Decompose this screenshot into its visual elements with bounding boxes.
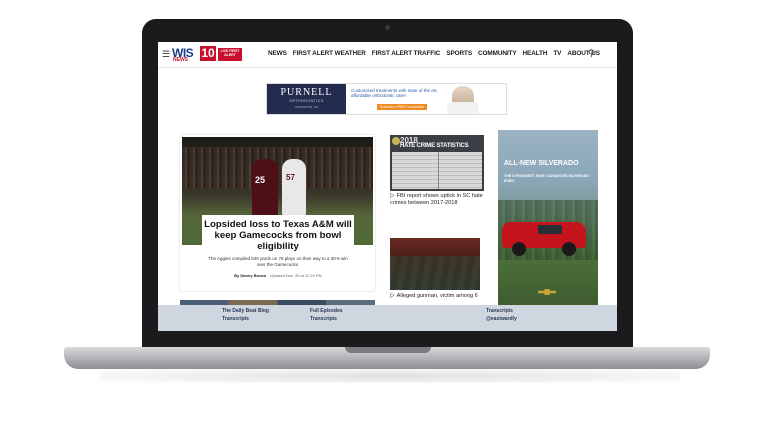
logo-tagline: LIVE FIRST ALERT — [218, 48, 242, 61]
footer-bar: The Daily Beat Blog Transcripts Full Epi… — [158, 305, 617, 331]
webcam — [385, 25, 390, 30]
play-icon: ▷ — [390, 293, 395, 299]
ad-cta-button[interactable]: Schedule a FREE Consultation — [377, 104, 427, 110]
ad-doctor-coat — [447, 102, 479, 114]
player-white-number: 57 — [286, 173, 295, 182]
nav-item-health[interactable]: HEALTH — [523, 50, 548, 57]
story-thumb-hate-crime[interactable]: 2018 HATE CRIME STATISTICS — [390, 135, 484, 191]
story-byline: By Danny Brown · Updated Nov. 30 at 11:1… — [202, 273, 354, 278]
ad-text: Customized treatments with state of the … — [351, 88, 438, 98]
ad-subtitle: ORTHODONTICS — [289, 99, 324, 103]
caption-text: FBI report shows uptick in SC hate crime… — [390, 193, 483, 206]
footer-link-blog[interactable]: The Daily Beat Blog — [222, 308, 269, 314]
truck-wheel — [512, 242, 526, 256]
player-maroon-number: 25 — [255, 175, 266, 185]
footer-link-transcripts[interactable]: Transcripts — [310, 316, 337, 322]
ad-location: LEXINGTON, SC — [294, 105, 319, 109]
nav-item-weather[interactable]: FIRST ALERT WEATHER — [293, 50, 366, 57]
logo-channel: 10 — [200, 46, 216, 61]
story-thumb-shooting[interactable] — [390, 238, 480, 290]
ad-subtitle: THE STRONGEST, MOST ADVANCED SILVERADO E… — [504, 174, 590, 183]
footer-link-transcripts[interactable]: Transcripts — [486, 308, 513, 314]
search-icon[interactable]: ⚲ — [588, 48, 595, 59]
story-caption-shooting[interactable]: ▷ Alleged gunman, victim among 6 — [390, 293, 485, 300]
main-nav: NEWS FIRST ALERT WEATHER FIRST ALERT TRA… — [268, 50, 600, 57]
ad-title: ALL-NEW SILVERADO — [504, 160, 579, 167]
laptop-notch — [345, 347, 431, 353]
ad-brand: PURNELL — [280, 87, 333, 98]
laptop-screen: ☰ WIS NEWS 10 LIVE FIRST ALERT NEWS FIRS… — [158, 42, 617, 331]
thumb-title: HATE CRIME STATISTICS — [400, 143, 469, 149]
player-white — [282, 159, 306, 217]
player-maroon — [252, 159, 278, 219]
story-text-box: Lopsided loss to Texas A&M will keep Gam… — [202, 215, 354, 287]
ad-brand-panel: PURNELL ORTHODONTICS LEXINGTON, SC — [267, 84, 346, 114]
site-logo[interactable]: WIS NEWS 10 LIVE FIRST ALERT — [172, 46, 244, 63]
byline-author: By Danny Brown — [234, 273, 267, 278]
footer-link-episodes[interactable]: Full Episodes — [310, 308, 343, 314]
truck-window — [538, 225, 562, 234]
site-header: ☰ WIS NEWS 10 LIVE FIRST ALERT NEWS FIRS… — [158, 42, 617, 68]
nav-item-about[interactable]: ABOUT US — [567, 50, 600, 57]
footer-link-social[interactable]: @eastwardly — [486, 316, 517, 322]
footer-link-transcripts[interactable]: Transcripts — [222, 316, 249, 322]
story-summary: The Aggies compiled 540 yards on 78 play… — [208, 256, 348, 267]
nav-item-community[interactable]: COMMUNITY — [478, 50, 517, 57]
statistics-table-graphic — [392, 152, 482, 189]
nav-item-sports[interactable]: SPORTS — [446, 50, 472, 57]
nav-item-news[interactable]: NEWS — [268, 50, 287, 57]
silverado-ad[interactable]: ALL-NEW SILVERADO THE STRONGEST, MOST AD… — [498, 130, 598, 307]
truck-wheel — [562, 242, 576, 256]
story-caption-hate-crime[interactable]: ▷ FBI report shows uptick in SC hate crim… — [390, 193, 485, 207]
night-scene-graphic — [390, 256, 480, 290]
table-divider — [438, 152, 439, 189]
nav-item-tv[interactable]: TV — [553, 50, 561, 57]
main-story-card[interactable]: 25 57 Lopsided loss to Texas A&M will ke… — [180, 135, 375, 291]
story-headline[interactable]: Lopsided loss to Texas A&M will keep Gam… — [202, 219, 354, 252]
caption-text: Alleged gunman, victim among 6 — [396, 293, 478, 299]
laptop-shadow — [100, 369, 680, 383]
menu-icon[interactable]: ☰ — [162, 49, 170, 60]
byline-time: · Updated Nov. 30 at 11:19 PM — [267, 273, 322, 278]
play-icon: ▷ — [390, 193, 395, 199]
banner-ad[interactable]: PURNELL ORTHODONTICS LEXINGTON, SC Custo… — [266, 83, 507, 115]
laptop-base — [64, 347, 710, 369]
logo-news: NEWS — [173, 57, 188, 63]
chevrolet-bowtie-icon — [538, 289, 556, 295]
fbi-seal-icon — [392, 137, 400, 145]
nav-item-traffic[interactable]: FIRST ALERT TRAFFIC — [372, 50, 441, 57]
